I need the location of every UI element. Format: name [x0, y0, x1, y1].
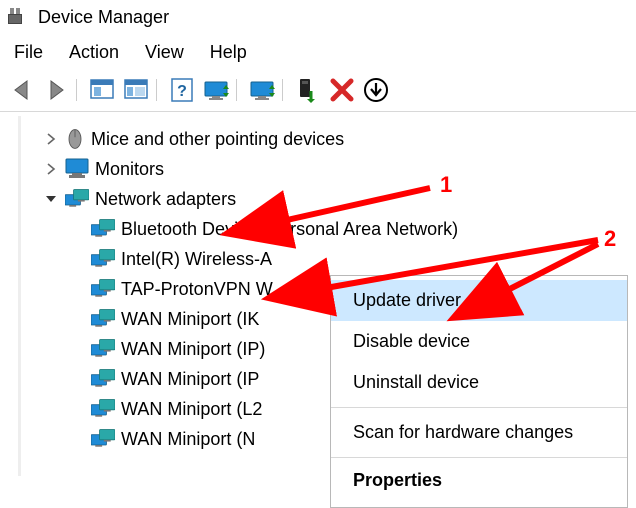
adapter-icon	[91, 308, 115, 330]
chevron-down-icon[interactable]	[43, 191, 59, 207]
tree-label: WAN Miniport (IP	[121, 369, 259, 390]
adapter-icon	[91, 218, 115, 240]
menu-file[interactable]: File	[14, 42, 43, 63]
help-button[interactable]	[166, 75, 198, 105]
context-separator	[331, 407, 627, 408]
panel2-button[interactable]	[120, 75, 152, 105]
tree-item-intel-wireless[interactable]: Intel(R) Wireless-A	[27, 244, 632, 274]
context-disable-device[interactable]: Disable device	[331, 321, 627, 362]
forward-button[interactable]	[40, 75, 72, 105]
context-properties[interactable]: Properties	[331, 462, 627, 501]
context-update-driver[interactable]: Update driver	[331, 280, 627, 321]
tree-label: TAP-ProtonVPN W	[121, 279, 273, 300]
network-adapters-icon	[65, 188, 89, 210]
adapter-icon	[91, 398, 115, 420]
mouse-icon	[65, 127, 85, 151]
tree-node-mice[interactable]: Mice and other pointing devices	[27, 124, 632, 154]
back-button[interactable]	[6, 75, 38, 105]
tree-label: Network adapters	[95, 189, 236, 210]
app-icon	[6, 6, 28, 28]
window-title: Device Manager	[38, 7, 169, 28]
tree-label: Bluetooth Device (Personal Area Network)	[121, 219, 458, 240]
tree-label: WAN Miniport (IK	[121, 309, 259, 330]
adapter-icon	[91, 368, 115, 390]
context-separator	[331, 457, 627, 458]
menu-action[interactable]: Action	[69, 42, 119, 63]
tree-node-monitors[interactable]: Monitors	[27, 154, 632, 184]
adapter-icon	[91, 248, 115, 270]
menu-view[interactable]: View	[145, 42, 184, 63]
panel-button[interactable]	[86, 75, 118, 105]
tree-label: WAN Miniport (N	[121, 429, 255, 450]
uninstall-button[interactable]	[326, 75, 358, 105]
chevron-right-icon[interactable]	[43, 131, 59, 147]
context-uninstall-device[interactable]: Uninstall device	[331, 362, 627, 403]
tree-label: Intel(R) Wireless-A	[121, 249, 272, 270]
title-bar: Device Manager	[0, 0, 636, 34]
context-scan-hardware[interactable]: Scan for hardware changes	[331, 412, 627, 453]
menu-bar: File Action View Help	[0, 34, 636, 73]
adapter-icon	[91, 278, 115, 300]
adapter-icon	[91, 428, 115, 450]
tree-label: WAN Miniport (IP)	[121, 339, 265, 360]
chevron-right-icon[interactable]	[43, 161, 59, 177]
tree-label: Monitors	[95, 159, 164, 180]
update-tool-button[interactable]	[246, 75, 278, 105]
enable-button[interactable]	[292, 75, 324, 105]
scan-button[interactable]	[200, 75, 232, 105]
tree-node-network-adapters[interactable]: Network adapters	[27, 184, 632, 214]
down-button[interactable]	[360, 75, 392, 105]
tree-item-bluetooth[interactable]: Bluetooth Device (Personal Area Network)	[27, 214, 632, 244]
context-menu: Update driver Disable device Uninstall d…	[330, 275, 628, 508]
monitor-icon	[65, 158, 89, 180]
toolbar	[0, 73, 636, 112]
tree-label: WAN Miniport (L2	[121, 399, 262, 420]
tree-label: Mice and other pointing devices	[91, 129, 344, 150]
menu-help[interactable]: Help	[210, 42, 247, 63]
adapter-icon	[91, 338, 115, 360]
